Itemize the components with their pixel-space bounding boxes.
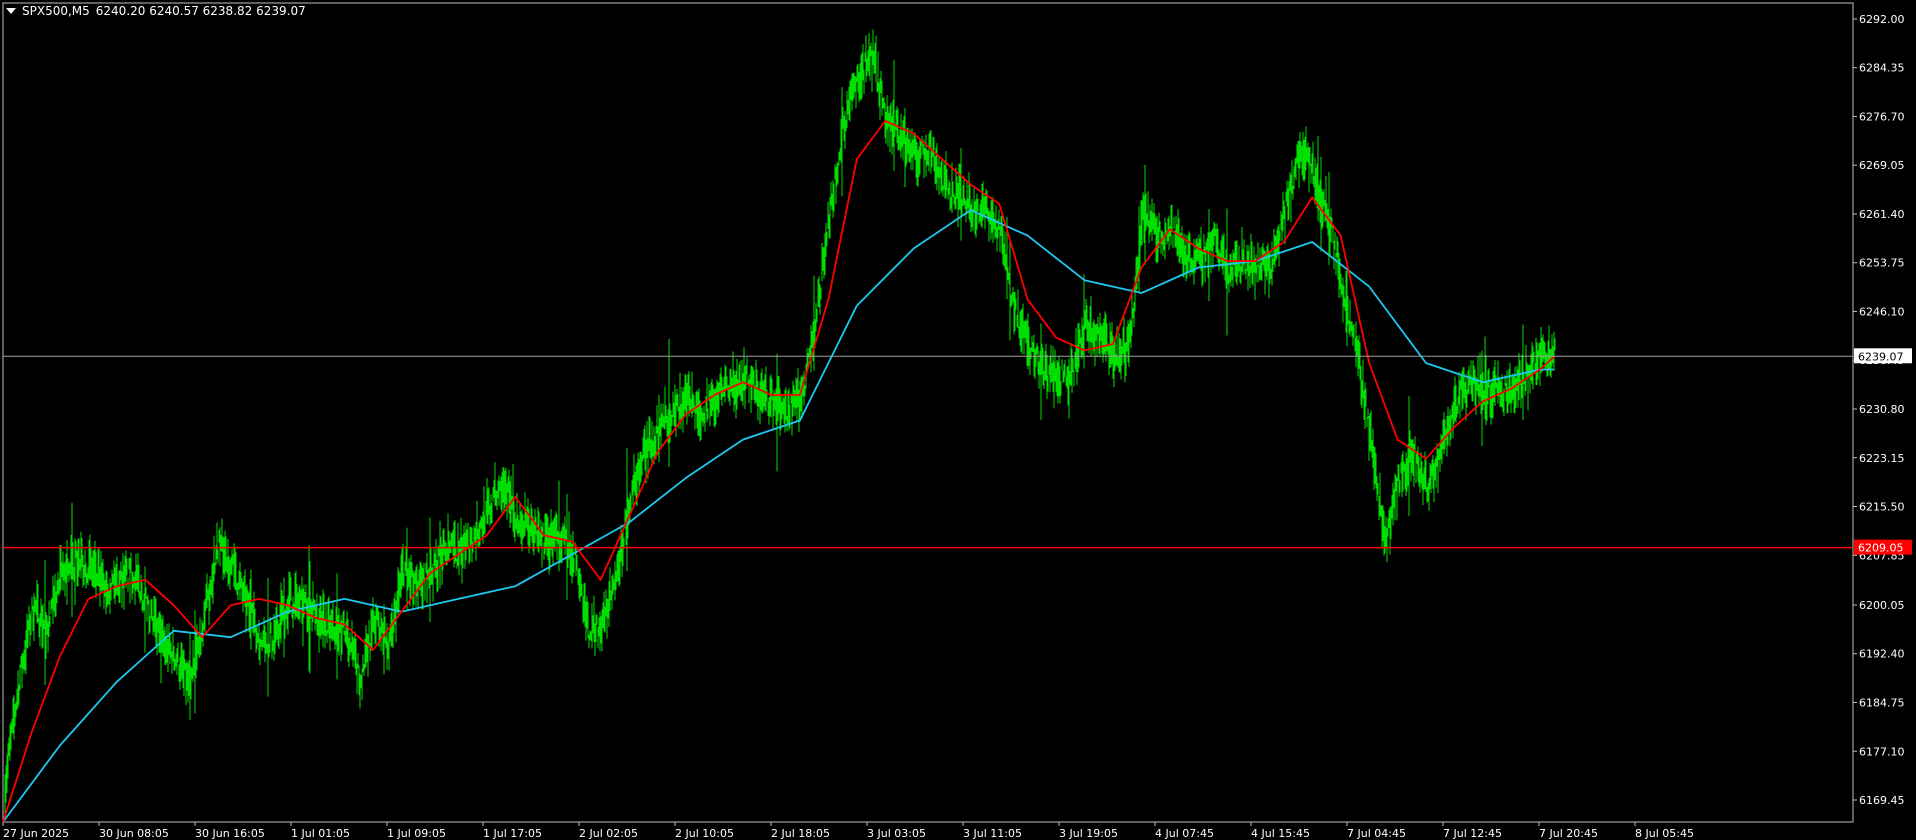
x-tick-label: 3 Jul 03:05 (867, 827, 926, 840)
x-tick-label: 2 Jul 02:05 (579, 827, 638, 840)
x-tick-label: 3 Jul 11:05 (963, 827, 1022, 840)
y-tick-label: 6276.70 (1859, 110, 1905, 123)
x-tick-label: 30 Jun 16:05 (195, 827, 265, 840)
x-tick-label: 3 Jul 19:05 (1059, 827, 1118, 840)
y-tick-label: 6292.00 (1859, 13, 1905, 26)
y-tick-label: 6215.50 (1859, 501, 1905, 514)
x-tick-label: 1 Jul 17:05 (483, 827, 542, 840)
y-tick-label: 6246.10 (1859, 305, 1905, 318)
ohlc-values: 6240.20 6240.57 6238.82 6239.07 (95, 4, 306, 18)
y-tick-label: 6169.45 (1859, 794, 1905, 807)
bid-price-label: 6239.07 (1858, 350, 1904, 363)
x-tick-label: 1 Jul 01:05 (291, 827, 350, 840)
x-tick-label: 8 Jul 05:45 (1635, 827, 1694, 840)
y-tick-label: 6253.75 (1859, 257, 1905, 270)
y-tick-label: 6184.75 (1859, 696, 1905, 709)
symbol-label: SPX500,M5 (22, 4, 90, 18)
price-chart[interactable]: 6292.00 6284.35 6276.70 6269.05 6261.40 6253.… (0, 0, 1916, 840)
y-tick-label: 6177.10 (1859, 745, 1905, 758)
x-tick-label: 7 Jul 20:45 (1539, 827, 1598, 840)
y-tick-label: 6192.40 (1859, 648, 1905, 661)
y-tick-label: 6284.35 (1859, 62, 1905, 75)
y-tick-label: 6269.05 (1859, 159, 1905, 172)
x-tick-label: 27 Jun 2025 (3, 827, 69, 840)
x-tick-label: 2 Jul 10:05 (675, 827, 734, 840)
y-tick-label: 6223.15 (1859, 452, 1905, 465)
x-tick-label: 30 Jun 08:05 (99, 827, 169, 840)
x-tick-label: 4 Jul 07:45 (1155, 827, 1214, 840)
chart-header: SPX500,M5 6240.20 6240.57 6238.82 6239.0… (6, 4, 306, 18)
y-tick-label: 6200.05 (1859, 599, 1905, 612)
dropdown-arrow-icon[interactable] (6, 8, 16, 14)
x-tick-label: 7 Jul 12:45 (1443, 827, 1502, 840)
y-tick-label: 6230.80 (1859, 403, 1905, 416)
x-tick-label: 2 Jul 18:05 (771, 827, 830, 840)
x-tick-label: 4 Jul 15:45 (1251, 827, 1310, 840)
chart-background (0, 0, 1916, 840)
y-tick-label: 6261.40 (1859, 208, 1905, 221)
x-tick-label: 7 Jul 04:45 (1347, 827, 1406, 840)
horizontal-level-label: 6209.05 (1858, 542, 1904, 555)
x-tick-label: 1 Jul 09:05 (387, 827, 446, 840)
